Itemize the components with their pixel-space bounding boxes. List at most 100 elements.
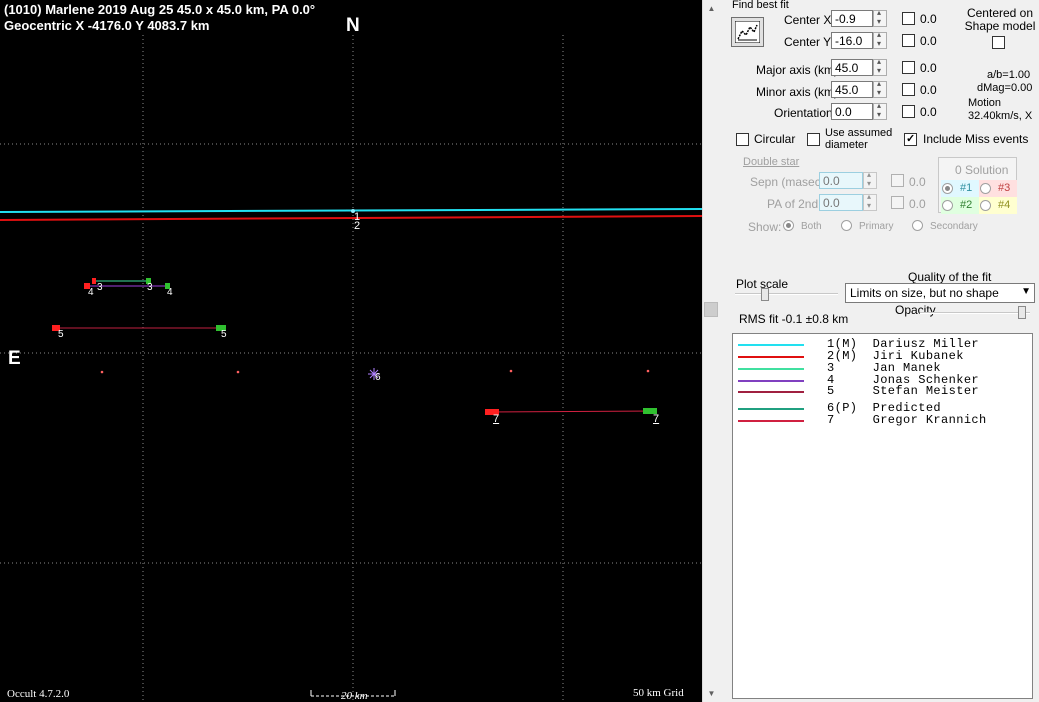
- center-x-spinner[interactable]: [873, 8, 887, 27]
- scroll-down-icon[interactable]: ▼: [703, 685, 720, 702]
- east-label: E: [8, 348, 21, 369]
- legend-text-7: 7 Gregor Krannich: [827, 413, 987, 427]
- rms-fit: RMS fit -0.1 ±0.8 km: [739, 312, 849, 326]
- separation-step: 0.0: [909, 175, 926, 189]
- orientation-label: Orientation: [774, 106, 833, 120]
- solution-title: 0 Solution: [955, 163, 1009, 177]
- motion-label: Motion: [968, 97, 1002, 109]
- plot-header-line2: Geocentric X -4176.0 Y 4083.7 km: [4, 18, 210, 33]
- legend-text-5: 5 Stefan Meister: [827, 384, 980, 398]
- chord-1: [0, 208, 702, 213]
- occultation-plot[interactable]: (1010) Marlene 2019 Aug 25 45.0 x 45.0 k…: [0, 0, 702, 702]
- minor-axis-fix-checkbox[interactable]: [902, 83, 915, 96]
- solution-2-radio[interactable]: [942, 200, 953, 211]
- plot-scale-track[interactable]: [735, 293, 838, 295]
- pa-second-step: 0.0: [909, 197, 926, 211]
- pa-second-spinner[interactable]: [863, 192, 877, 211]
- minor-axis-step: 0.0: [920, 83, 937, 97]
- solution-3-option[interactable]: #3: [979, 180, 1017, 197]
- find-best-fit-button[interactable]: [731, 17, 764, 47]
- vertical-scrollbar[interactable]: ▲ ▼: [702, 0, 719, 702]
- solution-box: 0 Solution #1 #3 #2 #4: [938, 157, 1017, 214]
- major-axis-spinner[interactable]: [873, 57, 887, 76]
- center-y-input[interactable]: -16.0: [831, 32, 873, 49]
- show-both-radio[interactable]: [783, 220, 794, 231]
- center-y-spinner[interactable]: [873, 30, 887, 49]
- scale-bar-label: 20 km: [341, 690, 368, 702]
- solution-4-option[interactable]: #4: [979, 197, 1017, 214]
- chord-label-5-end: 5: [221, 329, 227, 340]
- quality-select[interactable]: Limits on size, but no shape ▼: [845, 283, 1035, 303]
- solution-1-label: #1: [960, 182, 973, 194]
- center-y-fix-checkbox[interactable]: [902, 34, 915, 47]
- include-miss-events-label: Include Miss events: [923, 132, 1029, 146]
- use-assumed-diameter-checkbox[interactable]: [807, 133, 820, 146]
- grid-size-label: 50 km Grid: [633, 687, 684, 699]
- chord-2: [0, 215, 702, 221]
- fit-control-panel: Find best fit Center X -0.9 0.0 Center Y…: [719, 0, 1039, 702]
- show-secondary-radio[interactable]: [912, 220, 923, 231]
- show-primary-label: Primary: [859, 221, 894, 232]
- center-x-label: Center X: [784, 13, 832, 27]
- chord-3-d-marker: [92, 278, 96, 284]
- plot-canvas: [0, 35, 702, 700]
- major-axis-label: Major axis (km): [756, 63, 839, 77]
- solution-3-label: #3: [998, 182, 1011, 194]
- chord-label-7-end: 7: [653, 413, 660, 425]
- separation-spinner[interactable]: [863, 170, 877, 189]
- chord-label-5-start: 5: [58, 329, 64, 340]
- pa-second-fix-checkbox[interactable]: [891, 196, 904, 209]
- separation-input[interactable]: 0.0: [819, 172, 863, 189]
- chevron-down-icon[interactable]: ▼: [1021, 286, 1031, 297]
- opacity-track[interactable]: [920, 312, 1030, 314]
- separation-fix-checkbox[interactable]: [891, 174, 904, 187]
- solution-4-radio[interactable]: [980, 200, 991, 211]
- centered-on-shape-checkbox[interactable]: [992, 36, 1005, 49]
- chord-label-6: 6: [375, 372, 381, 383]
- version-label: Occult 4.7.2.0: [7, 688, 70, 700]
- scroll-up-icon[interactable]: ▲: [703, 0, 720, 17]
- solution-1-radio[interactable]: [942, 183, 953, 194]
- major-axis-input[interactable]: 45.0: [831, 59, 873, 76]
- solution-4-label: #4: [998, 199, 1011, 211]
- dmag-value: dMag=0.00: [977, 82, 1033, 94]
- center-x-input[interactable]: -0.9: [831, 10, 873, 27]
- pa-second-label: PA of 2nd: [767, 197, 819, 211]
- solution-1-option[interactable]: #1: [941, 180, 979, 197]
- minor-axis-spinner[interactable]: [873, 79, 887, 98]
- orientation-fix-checkbox[interactable]: [902, 105, 915, 118]
- orientation-step: 0.0: [920, 105, 937, 119]
- legend-line-4: [738, 380, 804, 382]
- plot-scale-slider-knob[interactable]: [761, 288, 769, 301]
- minor-axis-input[interactable]: 45.0: [831, 81, 873, 98]
- chord-label-3-end: 3: [147, 282, 153, 293]
- show-label: Show:: [748, 220, 782, 234]
- legend-row-5[interactable]: 5 Stefan Meister: [733, 384, 1031, 398]
- pa-second-input[interactable]: 0.0: [819, 194, 863, 211]
- circular-label: Circular: [754, 132, 796, 146]
- solution-3-radio[interactable]: [980, 183, 991, 194]
- double-star-label: Double star: [743, 156, 800, 168]
- opacity-slider-knob[interactable]: [1018, 306, 1026, 319]
- orientation-input[interactable]: 0.0: [831, 103, 873, 120]
- circular-checkbox[interactable]: [736, 133, 749, 146]
- solution-2-option[interactable]: #2: [941, 197, 979, 214]
- legend-line-6: [738, 408, 804, 410]
- orientation-spinner[interactable]: [873, 101, 887, 120]
- include-miss-events-checkbox[interactable]: [904, 132, 917, 146]
- scroll-thumb[interactable]: [704, 302, 718, 317]
- legend-line-3: [738, 368, 804, 370]
- show-secondary-label: Secondary: [930, 221, 978, 232]
- major-axis-step: 0.0: [920, 61, 937, 75]
- show-primary-radio[interactable]: [841, 220, 852, 231]
- center-x-fix-checkbox[interactable]: [902, 12, 915, 25]
- center-y-step: 0.0: [920, 34, 937, 48]
- chord-label-3-start: 3: [97, 282, 103, 293]
- chord-7: [484, 410, 658, 413]
- major-axis-fix-checkbox[interactable]: [902, 61, 915, 74]
- centered-on-shape-label: Centered on Shape model: [964, 6, 1036, 33]
- observer-legend[interactable]: 1(M) Dariusz Miller 2(M) Jiri Kubanek 3 …: [732, 333, 1033, 699]
- legend-row-7[interactable]: 7 Gregor Krannich: [733, 413, 1031, 427]
- show-both-label: Both: [801, 221, 822, 232]
- chord-label-4-start: 4: [88, 287, 94, 298]
